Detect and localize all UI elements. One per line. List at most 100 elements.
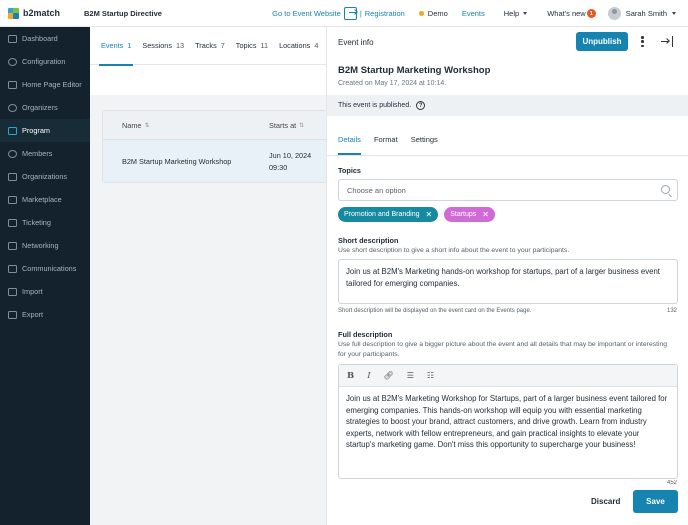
demo-status[interactable]: Demo bbox=[418, 9, 448, 18]
published-text: This event is published. bbox=[338, 102, 412, 109]
link-icon[interactable]: 🔗︎ bbox=[384, 371, 394, 380]
sidebar-item-marketplace[interactable]: Marketplace bbox=[0, 188, 90, 211]
tab-events[interactable]: Events 1 bbox=[98, 27, 134, 66]
save-button[interactable]: Save bbox=[633, 490, 678, 513]
dashboard-icon bbox=[8, 34, 17, 43]
drawer-title: Event info bbox=[338, 38, 374, 47]
user-menu[interactable]: Sarah Smith bbox=[607, 7, 676, 20]
logo[interactable]: b2match bbox=[0, 7, 90, 19]
sidebar-item-organizers[interactable]: Organizers bbox=[0, 96, 90, 119]
full-description-field[interactable]: Join us at B2M's Marketing Workshop for … bbox=[339, 387, 677, 457]
external-link-icon bbox=[343, 7, 357, 20]
topic-chip[interactable]: Promotion and Branding ✕ bbox=[338, 207, 439, 222]
demo-status-dot-icon bbox=[418, 11, 424, 16]
sidebar: Dashboard Configuration Home Page Editor… bbox=[0, 27, 90, 525]
editor-toolbar: B I 🔗︎ ☰ ☷ bbox=[339, 365, 677, 387]
tab-count: 11 bbox=[260, 41, 269, 50]
bullet-list-icon[interactable]: ☰ bbox=[407, 371, 414, 380]
tab-format[interactable]: Format bbox=[374, 123, 398, 155]
numbered-list-icon[interactable]: ☷ bbox=[427, 371, 434, 380]
chevron-down-icon bbox=[523, 12, 528, 15]
tab-sessions[interactable]: Sessions 13 bbox=[142, 27, 184, 65]
close-icon[interactable]: ✕ bbox=[482, 210, 489, 219]
whats-new-badge: 1 bbox=[586, 9, 596, 18]
event-website-label: Go to Event Website bbox=[272, 9, 341, 18]
tabs-divider bbox=[327, 155, 688, 156]
sort-icon: ⇅ bbox=[299, 122, 305, 129]
tab-locations[interactable]: Locations 4 bbox=[279, 27, 318, 65]
table-row[interactable]: B2M Startup Marketing Workshop Jun 10, 2… bbox=[103, 140, 331, 182]
sidebar-item-label: Home Page Editor bbox=[22, 80, 82, 89]
registration-link[interactable]: Registration bbox=[365, 9, 405, 18]
sidebar-item-import[interactable]: Import bbox=[0, 280, 90, 303]
event-name[interactable]: B2M Startup Directive bbox=[84, 9, 162, 18]
short-description-field[interactable]: Join us at B2M's Marketing hands-on work… bbox=[338, 259, 678, 304]
sidebar-item-program[interactable]: Program bbox=[0, 119, 90, 142]
handshake-icon bbox=[8, 241, 17, 250]
tab-topics[interactable]: Topics 11 bbox=[236, 27, 268, 65]
close-icon[interactable]: ✕ bbox=[426, 210, 433, 219]
sidebar-item-label: Export bbox=[22, 310, 44, 319]
tab-count: 13 bbox=[175, 41, 185, 50]
ticket-icon bbox=[8, 218, 17, 227]
sidebar-item-label: Configuration bbox=[22, 57, 66, 66]
sidebar-item-home-page-editor[interactable]: Home Page Editor bbox=[0, 73, 90, 96]
tab-tracks[interactable]: Tracks 7 bbox=[195, 27, 225, 65]
column-header-name[interactable]: Name ⇅ bbox=[103, 121, 269, 130]
topic-chips: Promotion and Branding ✕ Startups ✕ bbox=[338, 207, 495, 222]
search-icon bbox=[661, 185, 670, 194]
help-icon[interactable]: ? bbox=[416, 101, 426, 110]
italic-icon[interactable]: I bbox=[367, 371, 370, 381]
tab-settings[interactable]: Settings bbox=[411, 123, 438, 155]
event-start-time: 09:30 bbox=[269, 162, 288, 172]
list-toolbar bbox=[90, 65, 326, 95]
topics-select[interactable]: Choose an option bbox=[338, 179, 678, 201]
table-header: Name ⇅ Starts at ⇅ bbox=[103, 111, 331, 140]
short-description-hint: Use short description to give a short in… bbox=[338, 247, 570, 254]
sidebar-item-networking[interactable]: Networking bbox=[0, 234, 90, 257]
event-name-cell: B2M Startup Marketing Workshop bbox=[122, 157, 232, 166]
full-description-editor: B I 🔗︎ ☰ ☷ Join us at B2M's Marketing Wo… bbox=[338, 364, 678, 479]
program-tabs: Events 1 Sessions 13 Tracks 7 Topics 11 Loca… bbox=[90, 27, 326, 66]
marketplace-icon bbox=[8, 195, 17, 204]
events-table: Name ⇅ Starts at ⇅ B2M Startup Marketing W… bbox=[102, 110, 332, 183]
close-drawer-icon[interactable] bbox=[661, 36, 673, 47]
topic-chip[interactable]: Startups ✕ bbox=[444, 207, 495, 222]
tab-count: 7 bbox=[220, 41, 225, 50]
bold-icon[interactable]: B bbox=[347, 371, 354, 381]
sidebar-item-label: Import bbox=[22, 287, 43, 296]
import-icon bbox=[8, 287, 17, 296]
help-label: Help bbox=[503, 9, 520, 18]
sidebar-item-label: Organizers bbox=[22, 103, 58, 112]
events-link[interactable]: Events bbox=[462, 9, 485, 18]
gear-icon bbox=[8, 57, 17, 66]
tab-label: Locations bbox=[279, 41, 311, 50]
full-description-char-count: 452 bbox=[666, 480, 677, 485]
sidebar-item-label: Organizations bbox=[22, 172, 68, 181]
organizers-icon bbox=[8, 103, 17, 112]
sidebar-item-ticketing[interactable]: Ticketing bbox=[0, 211, 90, 234]
tab-details[interactable]: Details bbox=[338, 123, 361, 155]
event-start-date: Jun 10, 2024 bbox=[269, 150, 312, 160]
sidebar-item-communications[interactable]: Communications bbox=[0, 257, 90, 280]
short-description-footer-hint: Short description will be displayed on t… bbox=[338, 308, 532, 314]
column-header-starts-at[interactable]: Starts at ⇅ bbox=[269, 121, 304, 130]
more-options-icon[interactable] bbox=[641, 36, 644, 47]
event-title: B2M Startup Marketing Workshop bbox=[338, 65, 491, 76]
sidebar-item-organizations[interactable]: Organizations bbox=[0, 165, 90, 188]
link-separator: | bbox=[359, 9, 362, 18]
discard-button[interactable]: Discard bbox=[591, 497, 620, 506]
sidebar-item-export[interactable]: Export bbox=[0, 303, 90, 326]
event-website-link[interactable]: Go to Event Website bbox=[272, 7, 357, 20]
whats-new-button[interactable]: What's new 1 bbox=[547, 9, 596, 18]
topics-placeholder: Choose an option bbox=[347, 185, 406, 195]
tab-label: Sessions bbox=[142, 41, 172, 50]
sidebar-item-dashboard[interactable]: Dashboard bbox=[0, 27, 90, 50]
unpublish-button[interactable]: Unpublish bbox=[576, 32, 628, 51]
calendar-icon bbox=[8, 126, 17, 135]
full-description-label: Full description bbox=[338, 330, 393, 339]
help-menu[interactable]: Help bbox=[503, 9, 528, 18]
sidebar-item-configuration[interactable]: Configuration bbox=[0, 50, 90, 73]
building-icon bbox=[8, 172, 17, 181]
sidebar-item-members[interactable]: Members bbox=[0, 142, 90, 165]
